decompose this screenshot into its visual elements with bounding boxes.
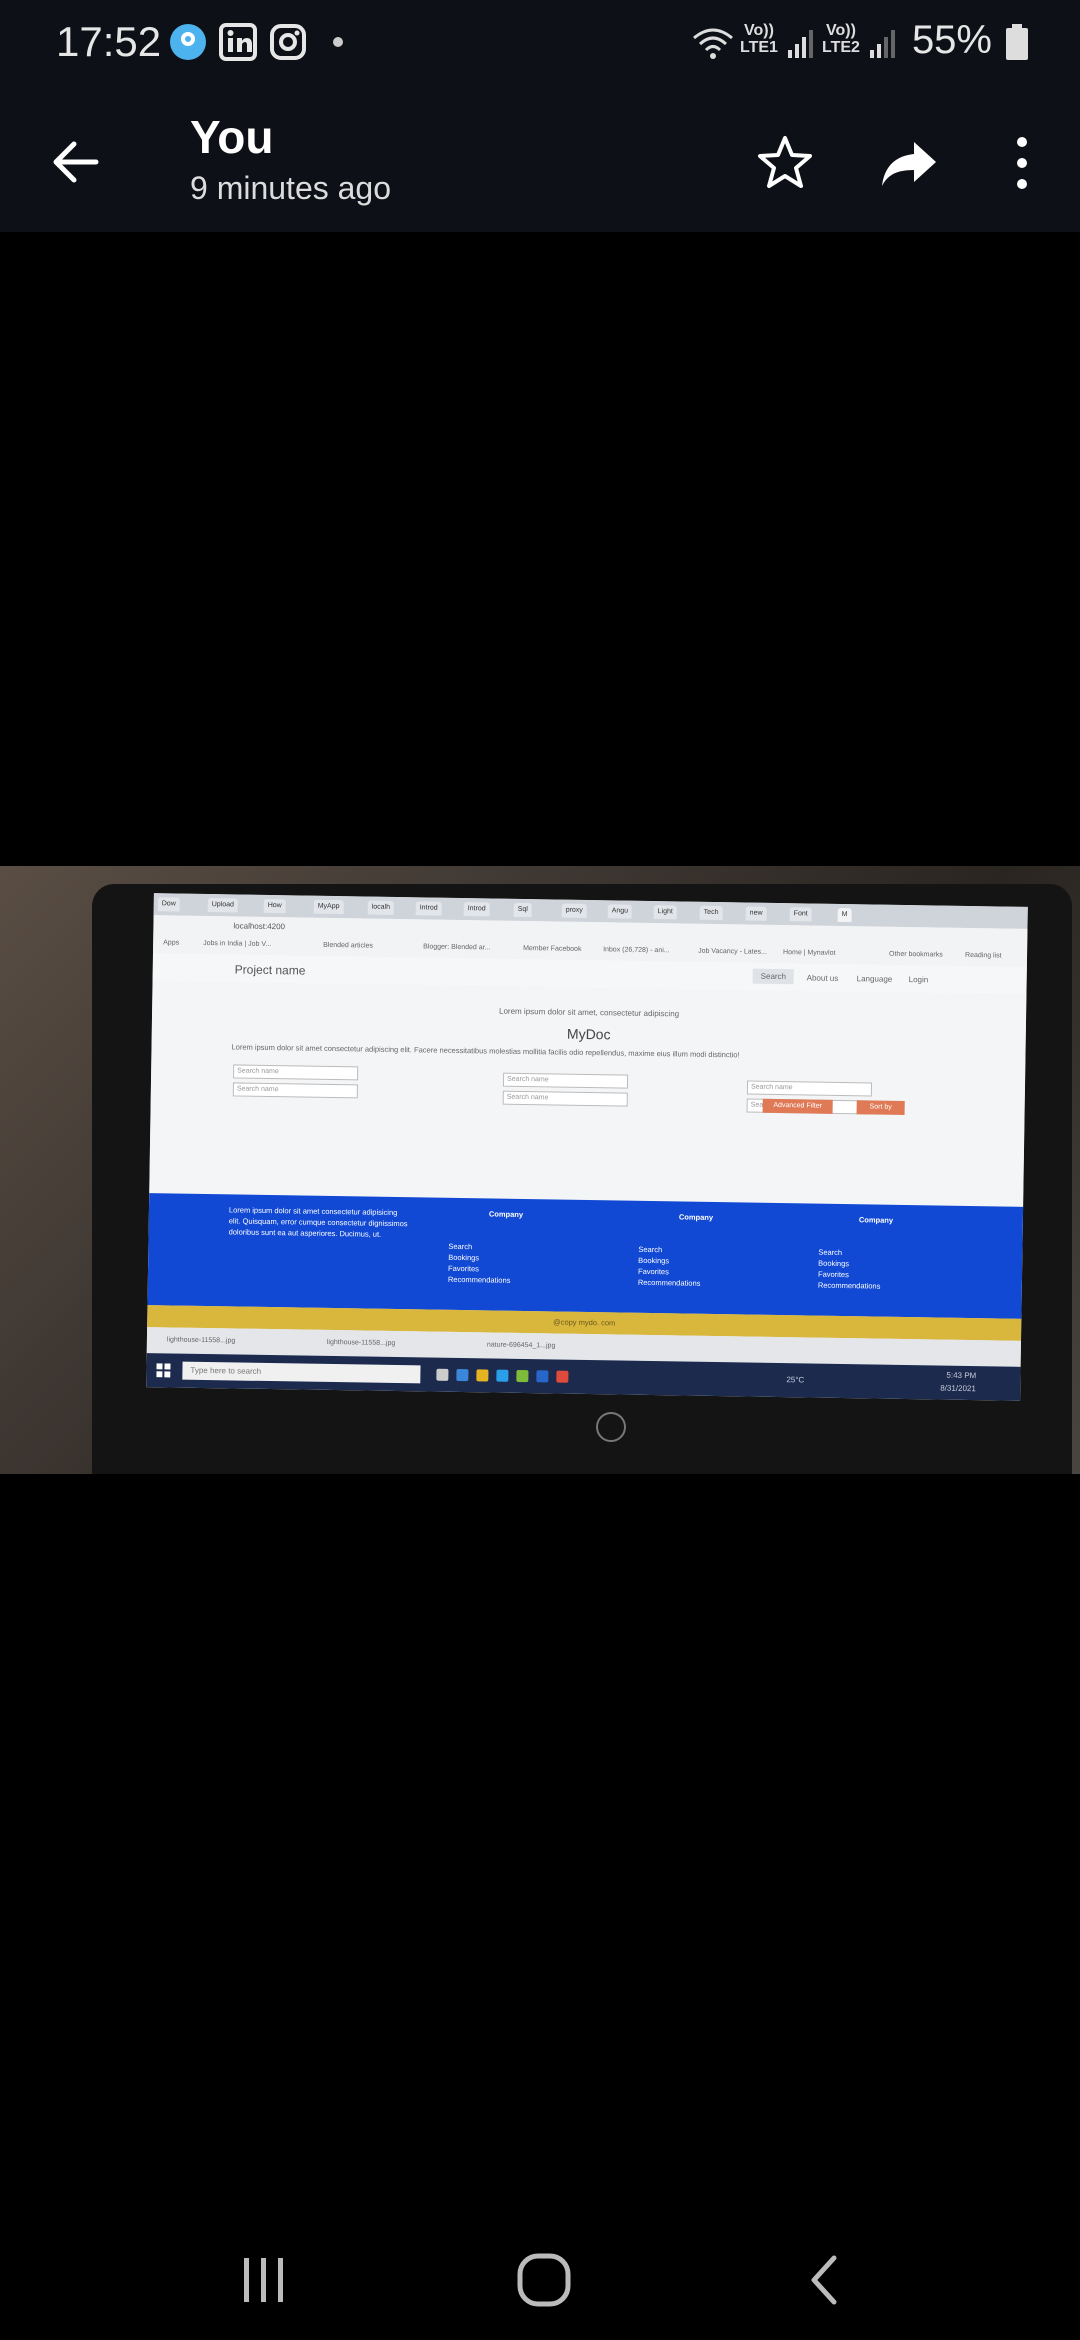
- advanced-filter-button: Advanced Filter: [762, 1098, 833, 1114]
- hp-logo-icon: [596, 1412, 626, 1442]
- laptop-bezel: Dow Upload How MyApp localh Introd Intro…: [92, 884, 1072, 1474]
- footer-column: Company Search Bookings Favorites Recomm…: [817, 1215, 894, 1291]
- taskbar-date: 8/31/2021: [940, 1383, 976, 1394]
- search-input: Search name: [502, 1072, 629, 1089]
- browser-tab: Dow: [157, 897, 180, 912]
- taskbar-app-icon: [496, 1369, 509, 1382]
- browser-tab: Upload: [207, 898, 239, 913]
- browser-tab: new: [745, 906, 767, 921]
- search-input: Search name: [233, 1064, 359, 1081]
- bookmark: Jobs in India | Job V...: [203, 939, 272, 949]
- browser-tab: MyApp: [313, 899, 344, 915]
- windows-start-icon: [156, 1363, 171, 1378]
- nav-about: About us: [806, 973, 839, 983]
- site-footer: Lorem ipsum dolor sit amet consectetur a…: [147, 1193, 1024, 1319]
- location-app-icon: [170, 24, 206, 60]
- browser-tab: Tech: [699, 905, 723, 921]
- recent-apps-icon[interactable]: [234, 2250, 294, 2310]
- download-item: lighthouse-11558...jpg: [166, 1336, 236, 1345]
- browser-tab-active: M: [837, 907, 852, 923]
- taskbar-app-icon: [456, 1368, 469, 1382]
- back-arrow-icon[interactable]: [44, 130, 108, 194]
- download-item: nature-696454_1...jpg: [486, 1341, 556, 1350]
- linkedin-icon: [219, 23, 257, 61]
- nav-language: Language: [856, 974, 893, 984]
- instagram-icon: [270, 24, 306, 60]
- home-icon[interactable]: [514, 2250, 574, 2310]
- battery-icon: [1006, 24, 1028, 60]
- shared-photo[interactable]: Dow Upload How MyApp localh Introd Intro…: [0, 866, 1080, 1474]
- search-input: Search name: [232, 1082, 358, 1099]
- time-sent: 9 minutes ago: [190, 170, 392, 206]
- bookmark: Other bookmarks: [889, 950, 943, 959]
- bookmark: Blogger: Blended ar...: [423, 943, 491, 952]
- browser-tab: Sql: [513, 902, 532, 918]
- browser-tab: How: [263, 898, 286, 914]
- taskbar-app-icon: [436, 1368, 449, 1381]
- browser-tab: Light: [653, 905, 677, 920]
- search-input: Search name: [502, 1090, 628, 1107]
- forward-icon[interactable]: [874, 128, 944, 198]
- download-item: lighthouse-11558...jpg: [326, 1338, 396, 1348]
- taskbar-clock: 5:43 PM: [946, 1370, 977, 1381]
- footer-column: Company Search Bookings Favorites Recomm…: [637, 1212, 714, 1288]
- bookmark: Blended articles: [323, 941, 373, 950]
- site-content: Lorem ipsum dolor sit amet, consectetur …: [149, 981, 1027, 1207]
- status-time: 17:52: [56, 18, 162, 65]
- browser-tab: localh: [367, 900, 395, 915]
- search-input: Search name: [746, 1080, 873, 1097]
- browser-tab: Introd: [415, 901, 442, 916]
- signal-icon: [788, 30, 813, 58]
- browser-tab: proxy: [561, 903, 587, 918]
- taskbar-app-icon: [516, 1369, 529, 1383]
- taskbar-app-icon: [536, 1370, 549, 1383]
- signal-icon: [870, 30, 895, 58]
- bookmark: Apps: [163, 939, 180, 947]
- wifi-icon: [693, 28, 733, 59]
- status-bar: 17:52 Vo)) LTE1 Vo)) LTE2 55%: [0, 0, 1080, 90]
- browser-tab: Font: [789, 907, 812, 922]
- bookmark: Reading list: [965, 951, 1002, 960]
- nav-search: Search: [752, 968, 795, 985]
- taskbar-search: Type here to search: [182, 1361, 421, 1384]
- network-lte1: Vo)) LTE1: [740, 22, 778, 56]
- bookmark: Job Vacancy - Lates...: [698, 947, 767, 956]
- site-brand: Project name: [234, 962, 306, 978]
- bookmark: Inbox (26,728) - ani...: [603, 946, 670, 955]
- sender-name: You: [190, 111, 274, 163]
- taskbar-temperature: 25°C: [786, 1375, 805, 1385]
- more-options-icon[interactable]: [986, 128, 1046, 198]
- nav-login: Login: [908, 975, 929, 985]
- network-lte2: Vo)) LTE2: [822, 22, 860, 56]
- footer-column: Company Search Bookings Favorites Recomm…: [447, 1209, 524, 1285]
- sort-by-button: Sort by: [856, 1100, 905, 1115]
- url-text: localhost:4200: [233, 921, 286, 932]
- bookmark: Home | Mynavlot: [783, 949, 836, 957]
- browser-tab: Angu: [607, 904, 633, 919]
- browser-tab: Introd: [463, 902, 490, 917]
- taskbar-app-icon: [556, 1370, 569, 1383]
- footer-text: Lorem ipsum dolor sit amet consectetur a…: [228, 1205, 408, 1239]
- taskbar-app-icon: [476, 1369, 489, 1382]
- star-icon[interactable]: [750, 128, 820, 198]
- intro-paragraph: Lorem ipsum dolor sit amet consectetur a…: [231, 1042, 740, 1060]
- laptop-screen: Dow Upload How MyApp localh Introd Intro…: [146, 893, 1028, 1401]
- battery-level: 55%: [911, 18, 992, 62]
- bookmark: Member Facebook: [523, 944, 582, 953]
- notification-dot-icon: [333, 37, 343, 47]
- app-bar: You 9 minutes ago: [0, 90, 1080, 232]
- system-navigation-bar: [0, 2200, 1080, 2340]
- back-nav-icon[interactable]: [796, 2250, 856, 2310]
